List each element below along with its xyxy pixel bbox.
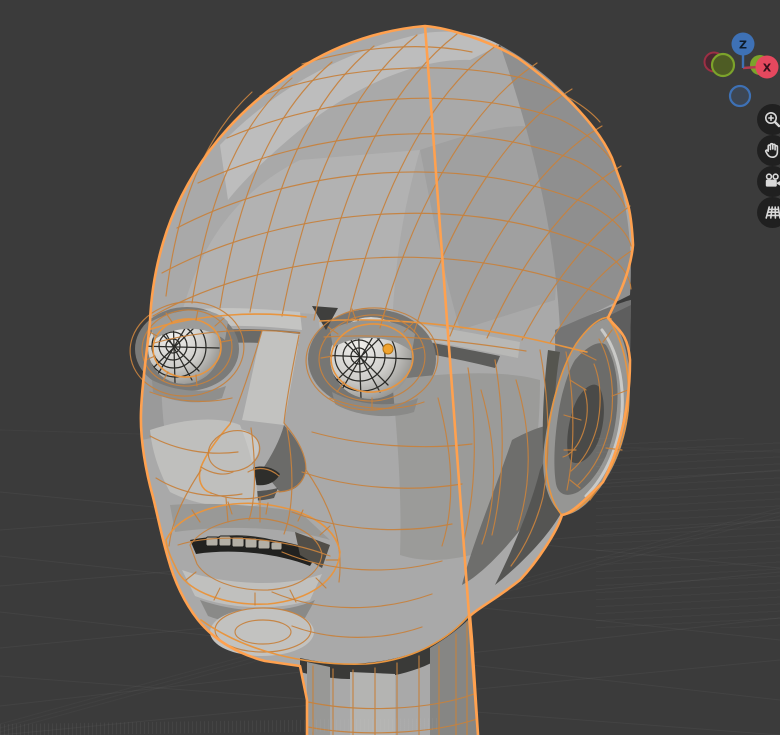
magnifier-plus-icon [763, 110, 780, 129]
zoom-button[interactable] [757, 104, 780, 135]
hand-icon [763, 141, 780, 160]
axis-neg-y-ball[interactable] [712, 54, 734, 76]
camera-view-button[interactable] [757, 166, 780, 197]
movie-camera-icon [763, 172, 780, 191]
axis-x-label: X [763, 62, 772, 75]
viewport[interactable]: X Z [0, 0, 780, 735]
grid-icon [763, 203, 780, 222]
axis-neg-z-ball[interactable] [730, 86, 750, 106]
grid-streak-band [596, 438, 780, 628]
navigation-gizmo[interactable]: X Z [688, 18, 780, 112]
origin-dot [383, 344, 393, 354]
pan-button[interactable] [757, 135, 780, 166]
projection-toggle-button[interactable] [757, 197, 780, 228]
axis-z-label: Z [739, 39, 747, 52]
